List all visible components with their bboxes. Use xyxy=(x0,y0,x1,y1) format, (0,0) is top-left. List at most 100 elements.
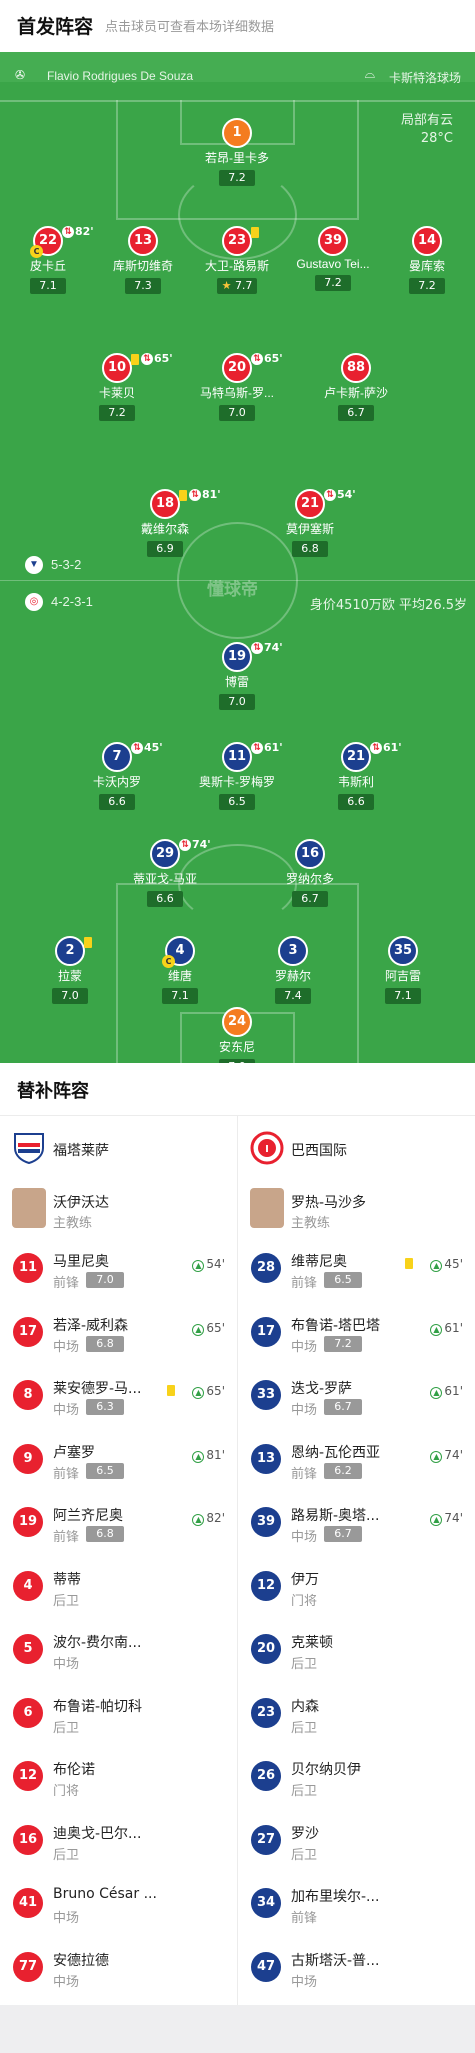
sub-minute: 82' xyxy=(206,1511,225,1525)
bench-player-row[interactable]: 39 路易斯-奥塔... 中场 6.7 ▲ 74' xyxy=(238,1495,475,1558)
player-position: 后卫 xyxy=(291,1720,318,1736)
sub-minute: 54' xyxy=(206,1257,225,1271)
bench-player-row[interactable]: 27 罗沙 后卫 xyxy=(238,1813,475,1876)
player-name: 卢卡斯-萨沙 xyxy=(324,386,388,400)
player-position: 中场 xyxy=(291,1974,318,1990)
bench-player-row[interactable]: 47 古斯塔沃-普... 中场 xyxy=(238,1940,475,2003)
away-team-name: 巴西国际 xyxy=(291,1143,347,1159)
player-name: 波尔-费尔南... xyxy=(53,1635,142,1651)
player-name: 莱安德罗-马... xyxy=(53,1381,142,1397)
away-team-header[interactable]: I 巴西国际 xyxy=(238,1115,475,1175)
jersey-number: 17 xyxy=(251,1316,281,1347)
bench-player-row[interactable]: 23 内森 后卫 xyxy=(238,1686,475,1749)
bench-player-row[interactable]: 20 克莱顿 后卫 xyxy=(238,1622,475,1685)
bench-player-row[interactable]: 12 伊万 门将 xyxy=(238,1559,475,1622)
bench-player-row[interactable]: 41 Bruno César ... 中场 xyxy=(0,1876,237,1939)
bench-player-row[interactable]: 19 阿兰齐尼奥 前锋 6.8 ▲ 82' xyxy=(0,1495,237,1558)
home-player[interactable]: 20 ⇅ 65' 马特乌斯-罗... 7.0 xyxy=(177,352,297,421)
away-player[interactable]: 3 罗赫尔 7.4 xyxy=(233,936,353,1004)
player-position: 中场 xyxy=(291,1339,318,1355)
bench-player-row[interactable]: 11 马里尼奥 前锋 7.0 ▲ 54' xyxy=(0,1241,237,1304)
away-player[interactable]: 4 C 维唐 7.1 xyxy=(120,936,240,1004)
away-player[interactable]: 21 ⇅ 61' 韦斯利 6.6 xyxy=(296,741,416,810)
bench-player-row[interactable]: 13 恩纳-瓦伦西亚 前锋 6.2 ▲ 74' xyxy=(238,1432,475,1495)
jersey-number: 20 xyxy=(251,1634,281,1664)
player-position: 前锋 xyxy=(53,1466,80,1482)
home-coach[interactable]: 沃伊沃达 主教练 xyxy=(0,1178,237,1238)
home-team-header[interactable]: 福塔莱萨 xyxy=(0,1115,237,1175)
home-player[interactable]: 18 ⇅ 81' 戴维尔森 6.9 xyxy=(105,488,225,557)
sub-minute: 74' xyxy=(444,1447,463,1462)
sub-in: ▲ 65' xyxy=(192,1384,225,1399)
player-name: 卡沃内罗 xyxy=(92,775,141,789)
away-player[interactable]: 11 ⇅ 61' 奥斯卡-罗梅罗 6.5 xyxy=(177,741,297,810)
home-formation-text: 5-3-2 xyxy=(51,557,82,572)
jersey-number: 77 xyxy=(13,1951,43,1982)
jersey-number: 16 xyxy=(295,839,325,869)
player-name: 拉蒙 xyxy=(57,969,82,983)
sub-minute: 74' xyxy=(264,641,283,654)
sub-in-icon: ▲ xyxy=(430,1514,443,1526)
bench-player-row[interactable]: 16 迪奥戈-巴尔... 后卫 xyxy=(0,1813,237,1876)
away-player[interactable]: 16 罗纳尔多 6.7 xyxy=(250,839,370,907)
player-name: 安东尼 xyxy=(218,1040,255,1054)
player-position: 中场 xyxy=(53,1974,80,1990)
player-rating: 6.5 xyxy=(219,794,255,810)
bench-player-row[interactable]: 5 波尔-费尔南... 中场 xyxy=(0,1622,237,1685)
player-name: 布鲁诺-帕切科 xyxy=(53,1698,143,1715)
home-player[interactable]: 14 曼库索 7.2 xyxy=(367,226,475,294)
player-name: 古斯塔沃-普... xyxy=(291,1952,380,1969)
home-player[interactable]: 21 ⇅ 54' 莫伊塞斯 6.8 xyxy=(250,488,370,557)
home-player[interactable]: 1 若昂-里卡多 7.2 xyxy=(177,118,297,186)
away-player[interactable]: 35 阿吉雷 7.1 xyxy=(343,936,463,1004)
player-rating: 7.2 xyxy=(315,275,351,291)
player-events xyxy=(84,935,94,949)
bench-player-row[interactable]: 9 卢塞罗 前锋 6.5 ▲ 81' xyxy=(0,1432,237,1495)
star-icon: ★ xyxy=(221,279,232,292)
away-player[interactable]: 7 ⇅ 45' 卡沃内罗 6.6 xyxy=(57,741,177,810)
bench-player-row[interactable]: 77 安德拉德 中场 xyxy=(0,1940,237,2003)
bench-player-row[interactable]: 33 迭戈-罗萨 中场 6.7 ▲ 61' xyxy=(238,1368,475,1431)
away-coach[interactable]: 罗热-马沙多 主教练 xyxy=(238,1178,475,1238)
sub-minute: 45' xyxy=(444,1257,463,1271)
bench-player-row[interactable]: 28 维蒂尼奥 前锋 6.5 ▲ 45' xyxy=(238,1241,475,1304)
sub-in-icon: ▲ xyxy=(430,1323,443,1336)
home-formation: ▼ 5-3-2 xyxy=(25,556,82,574)
bench-player-row[interactable]: 34 加布里埃尔-... 前锋 xyxy=(238,1876,475,1939)
svg-text:I: I xyxy=(265,1144,269,1155)
bench-player-row[interactable]: 6 布鲁诺-帕切科 后卫 xyxy=(0,1686,237,1749)
jersey-number: 10 ⇅ 65' xyxy=(102,352,173,383)
bench-player-row[interactable]: 12 布伦诺 门将 xyxy=(0,1749,237,1812)
player-name: 奥斯卡-罗梅罗 xyxy=(199,775,275,789)
sub-in-icon: ▲ xyxy=(192,1514,205,1526)
player-rating: 7.0 xyxy=(219,694,255,710)
page-title: 首发阵容 xyxy=(17,16,94,38)
player-name: 韦斯利 xyxy=(337,775,374,789)
jersey-number: 3 xyxy=(278,936,308,966)
jersey-number: 11 ⇅ 61' xyxy=(222,741,283,772)
sub-minute: 61' xyxy=(444,1320,463,1335)
player-rating: 6.9 xyxy=(147,541,183,557)
bench-player-row[interactable]: 26 贝尔纳贝伊 后卫 xyxy=(238,1749,475,1812)
away-player[interactable]: 19 ⇅ 74' 博雷 7.0 xyxy=(177,641,297,710)
player-events xyxy=(251,225,261,239)
bench-player-row[interactable]: 17 布鲁诺-塔巴塔 中场 7.2 ▲ 61' xyxy=(238,1305,475,1368)
player-position: 中场 xyxy=(291,1403,318,1418)
bench-player-row[interactable]: 8 莱安德罗-马... 中场 6.3 ▲ 65' xyxy=(0,1368,237,1431)
jersey-number: 28 xyxy=(251,1253,281,1283)
away-player[interactable]: 29 ⇅ 74' 蒂亚戈-马亚 6.6 xyxy=(105,838,225,907)
bench-player-row[interactable]: 17 若泽-威利森 中场 6.8 ▲ 65' xyxy=(0,1305,237,1368)
player-position: 前锋 xyxy=(291,1911,318,1926)
jersey-number: 41 xyxy=(13,1888,43,1918)
player-rating: 6.3 xyxy=(86,1399,124,1415)
player-position: 中场 xyxy=(53,1339,80,1355)
player-position: 后卫 xyxy=(53,1847,80,1863)
home-player[interactable]: 88 卢卡斯-萨沙 6.7 xyxy=(296,353,416,421)
away-player[interactable]: 24安东尼7.0 xyxy=(177,1007,297,1063)
jersey-number: 88 xyxy=(341,353,371,383)
home-player[interactable]: 10 ⇅ 65' 卡莱贝 7.2 xyxy=(57,352,177,421)
yellow-card-icon xyxy=(179,489,187,501)
bench-player-row[interactable]: 4 蒂蒂 后卫 xyxy=(0,1559,237,1622)
player-events: ⇅ 81' xyxy=(179,488,221,502)
away-player[interactable]: 2 拉蒙 7.0 xyxy=(10,936,130,1004)
